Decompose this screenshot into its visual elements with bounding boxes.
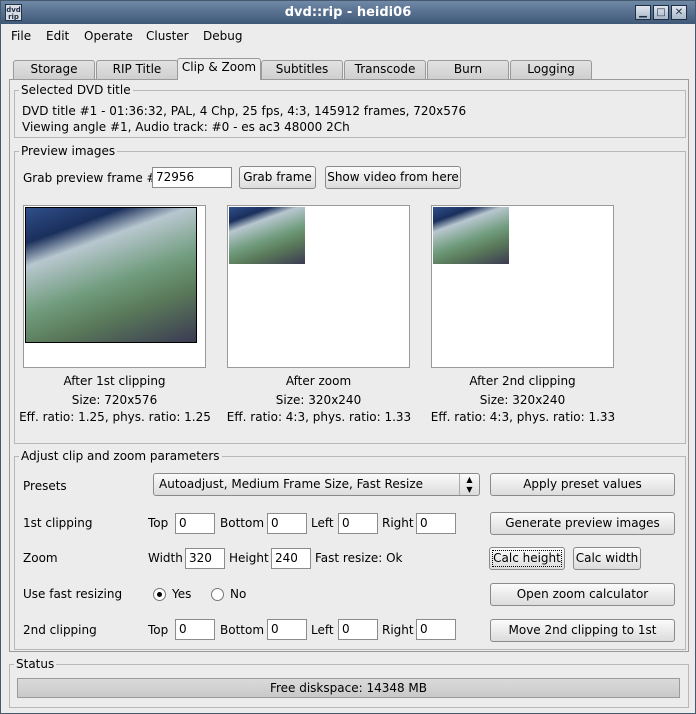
window-title: dvd::rip - heidi06 xyxy=(284,5,412,20)
tab-burn[interactable]: Burn xyxy=(427,60,509,79)
menu-operate[interactable]: Operate xyxy=(84,29,133,43)
tab-rip-title[interactable]: RIP Title xyxy=(96,60,178,79)
presets-value: Autoadjust, Medium Frame Size, Fast Resi… xyxy=(159,477,423,491)
clip1-label: 1st clipping xyxy=(23,516,93,530)
preview-thumbnail-3 xyxy=(433,207,509,264)
clip1-bottom-label: Bottom xyxy=(220,516,265,530)
presets-dropdown[interactable]: Autoadjust, Medium Frame Size, Fast Resi… xyxy=(153,473,480,496)
clip2-left-input[interactable]: 0 xyxy=(338,619,378,640)
size-3: Size: 320x240 xyxy=(479,393,566,407)
clip1-top-label: Top xyxy=(148,516,169,530)
title-bar[interactable]: dvd rip dvd::rip - heidi06 ▁ □ ✕ xyxy=(1,1,695,24)
tab-clip-zoom[interactable]: Clip & Zoom xyxy=(177,58,261,80)
ratio-3: Eff. ratio: 4:3, phys. ratio: 1.33 xyxy=(430,410,616,424)
title-info-line1: DVD title #1 - 01:36:32, PAL, 4 Chp, 25 … xyxy=(22,104,467,118)
menu-debug[interactable]: Debug xyxy=(203,29,242,43)
menu-edit[interactable]: Edit xyxy=(46,29,69,43)
generate-preview-button[interactable]: Generate preview images xyxy=(490,512,675,535)
presets-label: Presets xyxy=(23,479,67,493)
status-label: Status xyxy=(14,657,57,671)
clip1-left-input[interactable]: 0 xyxy=(338,513,378,534)
clip2-bottom-label: Bottom xyxy=(220,623,265,637)
tab-logging[interactable]: Logging xyxy=(510,60,592,79)
grab-frame-button[interactable]: Grab frame xyxy=(239,166,316,189)
status-bar: Free diskspace: 14348 MB xyxy=(17,678,680,698)
updown-arrows-icon: ▲ ▼ xyxy=(459,474,479,495)
menu-cluster[interactable]: Cluster xyxy=(146,29,189,43)
fast-resizing-yes-radio[interactable] xyxy=(153,588,166,601)
open-zoom-calculator-button[interactable]: Open zoom calculator xyxy=(490,583,675,606)
title-info-line2: Viewing angle #1, Audio track: #0 - es a… xyxy=(22,120,350,134)
clip1-right-label: Right xyxy=(382,516,414,530)
minimize-button[interactable]: ▁ xyxy=(635,5,651,20)
clip2-top-label: Top xyxy=(148,623,169,637)
fast-resizing-no-label[interactable]: No xyxy=(230,587,246,601)
tab-transcode[interactable]: Transcode xyxy=(344,60,426,79)
close-button[interactable]: ✕ xyxy=(671,5,687,20)
caption-1: After 1st clipping xyxy=(63,374,166,388)
zoom-width-label: Width xyxy=(148,551,183,565)
clip2-label: 2nd clipping xyxy=(23,623,97,637)
app-window: dvd rip dvd::rip - heidi06 ▁ □ ✕ File Edi… xyxy=(0,0,696,714)
preview-images-frame: Preview images Grab preview frame # 7295… xyxy=(14,144,686,444)
size-1: Size: 720x576 xyxy=(71,393,158,407)
preview-images-label: Preview images xyxy=(19,144,118,158)
move-2nd-clipping-button[interactable]: Move 2nd clipping to 1st xyxy=(490,619,675,642)
caption-3: After 2nd clipping xyxy=(469,374,576,388)
menu-file[interactable]: File xyxy=(11,29,31,43)
zoom-height-input[interactable]: 240 xyxy=(271,548,311,569)
zoom-height-label: Height xyxy=(229,551,269,565)
show-video-button[interactable]: Show video from here xyxy=(325,166,461,189)
preview-thumbnail-2 xyxy=(229,207,305,264)
adjust-params-label: Adjust clip and zoom parameters xyxy=(19,449,222,463)
tab-storage[interactable]: Storage xyxy=(13,60,95,79)
clip-zoom-panel: Selected DVD title DVD title #1 - 01:36:… xyxy=(9,79,689,652)
preview-image-after-1st-clipping xyxy=(23,205,206,368)
close-icon: ✕ xyxy=(674,7,684,18)
grab-frame-input[interactable]: 72956 xyxy=(152,167,232,188)
zoom-width-input[interactable]: 320 xyxy=(185,548,225,569)
fast-resizing-label: Use fast resizing xyxy=(23,587,123,601)
clip2-bottom-input[interactable]: 0 xyxy=(267,619,307,640)
caption-2: After zoom xyxy=(285,374,352,388)
calc-height-button[interactable]: Calc height xyxy=(489,547,565,570)
preview-thumbnail-1 xyxy=(25,207,197,343)
zoom-label: Zoom xyxy=(23,551,58,565)
fast-resize-status: Fast resize: Ok xyxy=(315,551,403,565)
grab-frame-label: Grab preview frame # xyxy=(23,171,157,185)
size-2: Size: 320x240 xyxy=(275,393,362,407)
apply-preset-button[interactable]: Apply preset values xyxy=(490,473,675,496)
clip2-right-label: Right xyxy=(382,623,414,637)
ratio-2: Eff. ratio: 4:3, phys. ratio: 1.33 xyxy=(226,410,412,424)
fast-resizing-no-radio[interactable] xyxy=(211,588,224,601)
maximize-button[interactable]: □ xyxy=(653,5,669,20)
fast-resizing-yes-label[interactable]: Yes xyxy=(172,587,191,601)
clip1-top-input[interactable]: 0 xyxy=(175,513,215,534)
calc-width-button[interactable]: Calc width xyxy=(573,547,641,570)
maximize-icon: □ xyxy=(656,7,666,18)
clip1-right-input[interactable]: 0 xyxy=(416,513,456,534)
clip2-top-input[interactable]: 0 xyxy=(175,619,215,640)
preview-image-after-zoom xyxy=(227,205,410,368)
menu-bar: File Edit Operate Cluster Debug xyxy=(1,24,695,48)
clip2-right-input[interactable]: 0 xyxy=(416,619,456,640)
selected-title-frame: Selected DVD title DVD title #1 - 01:36:… xyxy=(14,83,686,138)
clip1-left-label: Left xyxy=(311,516,334,530)
preview-image-after-2nd-clipping xyxy=(431,205,614,368)
selected-title-label: Selected DVD title xyxy=(19,83,133,97)
tab-subtitles[interactable]: Subtitles xyxy=(261,60,343,79)
minimize-icon: ▁ xyxy=(639,7,647,18)
clip2-left-label: Left xyxy=(311,623,334,637)
clip1-bottom-input[interactable]: 0 xyxy=(267,513,307,534)
adjust-params-frame: Adjust clip and zoom parameters Presets … xyxy=(14,449,686,650)
ratio-1: Eff. ratio: 1.25, phys. ratio: 1.25 xyxy=(19,410,211,424)
